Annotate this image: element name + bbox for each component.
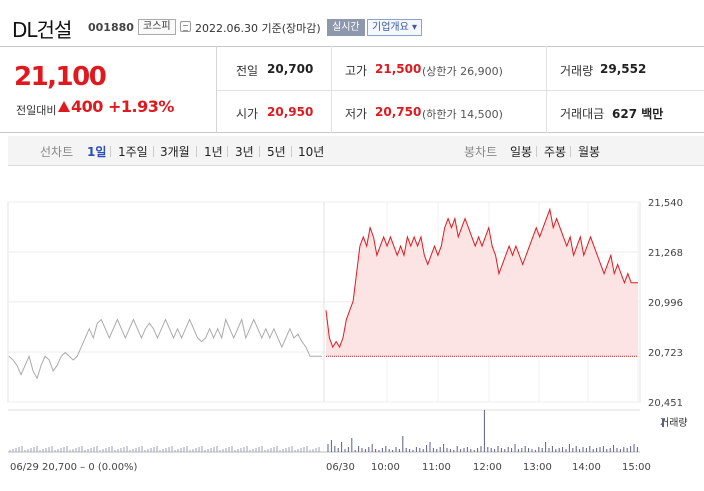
y-tick-label: 21,268 bbox=[648, 248, 683, 259]
toolbar-divider bbox=[291, 146, 292, 157]
toolbar-divider bbox=[536, 146, 537, 157]
prev-day-caption: 06/29 20,700 – 0 (0.00%) bbox=[10, 462, 138, 473]
high-label: 고가 bbox=[345, 64, 368, 78]
calendar-icon bbox=[180, 21, 191, 32]
intraday-price-chart: 21,540 21,268 20,996 20,723 20,451 06/30 10:0… bbox=[7, 198, 688, 473]
period-3y[interactable]: 3년 bbox=[235, 143, 254, 160]
candle-monthly[interactable]: 월봉 bbox=[578, 143, 600, 160]
toolbar-divider bbox=[153, 146, 154, 157]
y-tick-label: 20,996 bbox=[648, 298, 683, 309]
period-1y[interactable]: 1년 bbox=[204, 143, 223, 160]
line-chart-label: 선차트 bbox=[40, 145, 74, 159]
stock-name: DL건설 bbox=[12, 18, 72, 42]
candle-weekly[interactable]: 주봉 bbox=[544, 143, 566, 160]
base-date: 2022.06.30 기준(장마감) bbox=[195, 22, 321, 35]
volume-legend: 거래량 bbox=[660, 417, 688, 429]
amount-label: 거래대금 bbox=[560, 107, 605, 121]
open-label: 시가 bbox=[236, 107, 259, 121]
col-divider bbox=[331, 46, 332, 133]
change-label: 전일대비 bbox=[16, 104, 57, 117]
prev-value: 20,700 bbox=[267, 62, 314, 76]
toolbar-divider bbox=[227, 146, 228, 157]
stock-code: 001880 bbox=[88, 21, 134, 34]
company-overview-dropdown[interactable]: 기업개요 ▾ bbox=[367, 19, 422, 36]
volume-value: 29,552 bbox=[600, 62, 647, 76]
low-label: 저가 bbox=[345, 107, 368, 121]
col-divider bbox=[546, 46, 547, 133]
today-series bbox=[325, 207, 638, 357]
today-area bbox=[326, 209, 638, 357]
change-percent: +1.93% bbox=[108, 97, 174, 116]
candle-daily[interactable]: 일봉 bbox=[510, 143, 532, 160]
x-tick-label: 06/30 bbox=[326, 462, 355, 473]
volume-legend-swatch bbox=[662, 419, 664, 427]
candle-chart-label: 봉차트 bbox=[464, 145, 498, 159]
period-3m[interactable]: 3개월 bbox=[160, 143, 190, 160]
x-tick-label: 10:00 bbox=[371, 462, 400, 473]
prev-day-line bbox=[8, 317, 322, 380]
high-value: 21,500 bbox=[375, 62, 422, 76]
volume-label: 거래량 bbox=[560, 64, 594, 78]
toolbar-divider bbox=[259, 146, 260, 157]
y-tick-label: 21,540 bbox=[648, 198, 683, 209]
prev-day-series bbox=[8, 317, 322, 380]
y-tick-label: 20,451 bbox=[648, 398, 683, 409]
period-1w[interactable]: 1주일 bbox=[118, 143, 148, 160]
x-tick-label: 11:00 bbox=[422, 462, 451, 473]
upper-limit: (상한가 26,900) bbox=[422, 65, 503, 78]
toolbar-divider bbox=[110, 146, 111, 157]
prev-label: 전일 bbox=[236, 64, 259, 78]
volume-bars bbox=[8, 409, 640, 453]
open-value: 20,950 bbox=[267, 105, 314, 119]
period-10y[interactable]: 10년 bbox=[298, 143, 324, 160]
change-value: 400 bbox=[71, 97, 103, 116]
x-axis-labels: 06/30 10:00 11:00 12:00 13:00 14:00 15:00 bbox=[326, 462, 651, 473]
current-price: 21,100 bbox=[14, 62, 107, 92]
period-1d[interactable]: 1일 bbox=[87, 143, 106, 160]
up-triangle-icon bbox=[58, 101, 70, 112]
amount-value: 627 백만 bbox=[612, 107, 664, 121]
y-axis-labels: 21,540 21,268 20,996 20,723 20,451 bbox=[648, 198, 683, 409]
lower-limit: (하한가 14,500) bbox=[422, 108, 503, 121]
x-tick-label: 14:00 bbox=[572, 462, 601, 473]
x-tick-label: 13:00 bbox=[523, 462, 552, 473]
realtime-button[interactable]: 실시간 bbox=[327, 19, 365, 36]
x-tick-label: 15:00 bbox=[622, 462, 651, 473]
row-divider bbox=[217, 90, 704, 91]
market-badge: 코스피 bbox=[138, 19, 176, 35]
y-tick-label: 20,723 bbox=[648, 348, 683, 359]
x-tick-label: 12:00 bbox=[473, 462, 502, 473]
period-5y[interactable]: 5년 bbox=[267, 143, 286, 160]
toolbar-divider bbox=[570, 146, 571, 157]
toolbar-divider bbox=[196, 146, 197, 157]
low-value: 20,750 bbox=[375, 105, 422, 119]
